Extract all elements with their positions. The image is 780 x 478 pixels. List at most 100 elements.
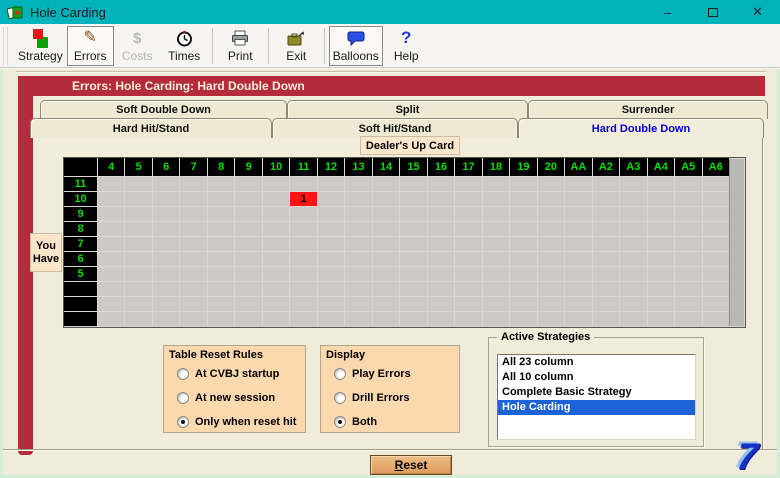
grid-cell — [373, 207, 399, 221]
grid-cell — [675, 252, 701, 266]
tab-soft-double-down[interactable]: Soft Double Down — [40, 100, 287, 119]
radio-icon — [334, 416, 346, 428]
radio-option[interactable]: Only when reset hit — [177, 415, 305, 428]
grid-cell — [98, 222, 124, 236]
grid-cell — [703, 237, 729, 251]
grid-cell — [400, 192, 426, 206]
strategy-button[interactable]: Strategy — [14, 26, 67, 66]
grid-cell — [125, 252, 151, 266]
grid-cell — [483, 207, 509, 221]
grid-cell — [428, 207, 454, 221]
grid-cell — [153, 237, 179, 251]
grid-cell — [125, 282, 151, 296]
grid-cell — [235, 237, 261, 251]
dealer-card-column-header: AA — [565, 158, 591, 176]
grid-cell — [290, 267, 316, 281]
grid-cell — [565, 207, 591, 221]
strategy-list-item[interactable]: Complete Basic Strategy — [498, 385, 695, 400]
grid-cell — [208, 207, 234, 221]
balloons-button[interactable]: Balloons — [329, 26, 383, 66]
grid-cell — [703, 177, 729, 191]
errors-button[interactable]: ✎ Errors — [67, 26, 114, 66]
grid-cell — [125, 297, 151, 311]
tab-surrender[interactable]: Surrender — [528, 100, 768, 119]
grid-cell — [538, 222, 564, 236]
minimize-button[interactable]: – — [645, 0, 690, 24]
grid-cell — [428, 237, 454, 251]
display-group: Display Play ErrorsDrill ErrorsBoth — [320, 345, 460, 433]
player-hand-row-header: 7 — [64, 237, 97, 251]
panel-right-edge — [762, 136, 764, 450]
grid-cell — [510, 177, 536, 191]
grid-cell — [483, 177, 509, 191]
table-reset-rules-title: Table Reset Rules — [164, 346, 305, 361]
grid-cell — [98, 252, 124, 266]
strategy-list-item[interactable]: Hole Carding — [498, 400, 695, 415]
strategy-list-item[interactable]: All 23 column — [498, 355, 695, 370]
grid-cell — [125, 177, 151, 191]
grid-cell — [345, 267, 371, 281]
grid-cell — [318, 282, 344, 296]
close-button[interactable]: ✕ — [735, 0, 780, 24]
radio-option[interactable]: Both — [334, 415, 459, 428]
grid-cell — [593, 267, 619, 281]
title-bar: Hole Carding – ✕ — [0, 0, 780, 24]
grid-cell — [373, 312, 399, 326]
radio-icon — [334, 392, 346, 404]
grid-cell — [153, 207, 179, 221]
tab-split[interactable]: Split — [287, 100, 528, 119]
grid-cell — [290, 252, 316, 266]
grid-cell — [400, 222, 426, 236]
grid-cell — [703, 297, 729, 311]
grid-cell — [373, 252, 399, 266]
grid-cell — [263, 267, 289, 281]
maximize-button[interactable] — [690, 0, 735, 24]
tab-hard-double-down[interactable]: Hard Double Down — [518, 118, 764, 138]
tab-soft-hit-stand[interactable]: Soft Hit/Stand — [272, 118, 518, 138]
grid-cell — [290, 312, 316, 326]
radio-label: Drill Errors — [352, 392, 409, 404]
strategy-label: Strategy — [18, 49, 63, 63]
strategies-listbox[interactable]: All 23 columnAll 10 columnComplete Basic… — [497, 354, 696, 440]
grid-cell — [648, 222, 674, 236]
radio-option[interactable]: At new session — [177, 391, 305, 404]
grid-cell — [235, 207, 261, 221]
dealer-card-column-header: 18 — [483, 158, 509, 176]
grid-cell — [428, 282, 454, 296]
radio-option[interactable]: Drill Errors — [334, 391, 459, 404]
grid-cell — [263, 177, 289, 191]
grid-cell — [98, 177, 124, 191]
grid-cell — [703, 312, 729, 326]
printer-icon — [231, 29, 249, 48]
radio-option[interactable]: Play Errors — [334, 367, 459, 380]
exit-button[interactable]: Exit — [273, 26, 320, 66]
radio-icon — [177, 368, 189, 380]
grid-cell — [455, 237, 481, 251]
grid-cell — [565, 252, 591, 266]
grid-cell — [153, 222, 179, 236]
exit-label: Exit — [286, 49, 306, 63]
grid-cell — [125, 192, 151, 206]
maximize-icon — [708, 8, 718, 17]
grid-cell — [675, 297, 701, 311]
dealer-card-column-header: 10 — [263, 158, 289, 176]
grid-cell — [565, 267, 591, 281]
tab-hard-hit-stand[interactable]: Hard Hit/Stand — [30, 118, 272, 138]
table-reset-rules-options: At CVBJ startup At new session Only when r… — [164, 361, 305, 428]
help-button[interactable]: ? Help — [383, 26, 430, 66]
grid-cell — [235, 312, 261, 326]
times-button[interactable]: Times — [161, 26, 208, 66]
grid-cell — [208, 237, 234, 251]
print-button[interactable]: Print — [217, 26, 264, 66]
grid-cell — [235, 267, 261, 281]
grid-cell — [125, 207, 151, 221]
radio-option[interactable]: At CVBJ startup — [177, 367, 305, 380]
strategy-list-item[interactable]: All 10 column — [498, 370, 695, 385]
reset-button[interactable]: Reset — [370, 455, 452, 475]
grid-cell — [400, 207, 426, 221]
grid-cell — [235, 282, 261, 296]
grid-cell — [125, 222, 151, 236]
grid-cell — [208, 222, 234, 236]
app-icon — [7, 5, 23, 20]
grid-cell — [318, 312, 344, 326]
